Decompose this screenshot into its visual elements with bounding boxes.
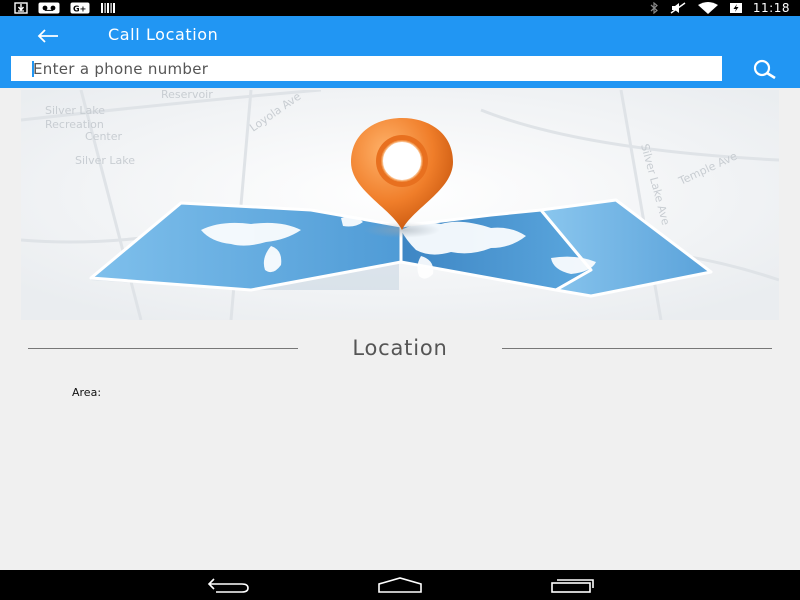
navigation-bar [0,570,800,600]
mute-icon [670,2,686,14]
recents-nav-icon [551,579,594,593]
page-title: Call Location [108,25,219,44]
system-status-icons: 11:18 [649,0,790,16]
svg-text:Silver Lake: Silver Lake [45,104,105,117]
status-bar: G+ 11:18 [0,0,800,16]
svg-text:G+: G+ [73,5,86,14]
wifi-icon [697,2,718,14]
barcode-icon [101,3,115,13]
area-label: Area: [72,386,102,399]
battery-icon [729,3,742,13]
voicemail-icon [38,2,60,14]
back-button[interactable] [32,24,64,48]
download-icon [14,2,28,14]
nav-back-button[interactable] [199,574,259,596]
nav-home-button[interactable] [370,574,430,596]
back-nav-icon [207,578,249,593]
search-icon [753,59,776,80]
app-screen: G+ 11:18 Call Location Enter a phone num… [0,0,800,600]
notification-icons: G+ [14,1,116,15]
app-toolbar: Call Location [0,16,800,88]
phone-number-input[interactable] [11,56,722,81]
svg-text:Silver Lake: Silver Lake [75,154,135,167]
svg-text:Reservoir: Reservoir [161,90,213,101]
clock-time: 11:18 [752,1,790,15]
map-graphic: Silver Lake Recreation Center Silver Lak… [21,90,779,320]
nav-recents-button[interactable] [542,574,602,596]
gplus-icon: G+ [70,2,90,14]
bluetooth-icon [650,2,658,14]
home-nav-icon [378,577,422,593]
svg-text:Center: Center [85,130,123,143]
divider-left [28,348,298,349]
location-heading: Location [352,336,448,360]
map-illustration: Silver Lake Recreation Center Silver Lak… [21,90,779,320]
divider-right [502,348,772,349]
search-button[interactable] [748,56,782,84]
arrow-left-icon [37,29,58,43]
